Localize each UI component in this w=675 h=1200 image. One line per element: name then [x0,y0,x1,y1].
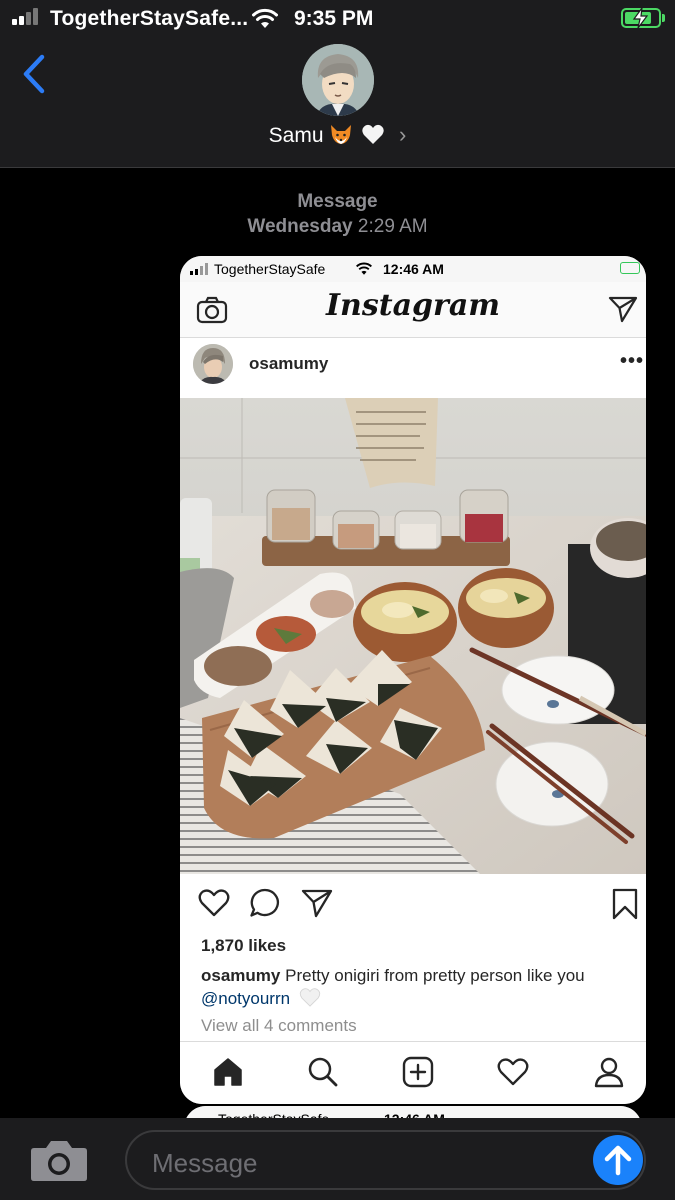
likes-count[interactable]: 1,870 likes [201,936,286,956]
screenshot-carrier: TogetherStaySafe [214,261,326,277]
screenshot-status-bar: TogetherStaySafe 12:46 AM [180,256,646,282]
search-icon[interactable] [307,1056,339,1088]
like-heart-icon[interactable] [198,888,230,918]
home-icon[interactable] [212,1056,244,1088]
avatar[interactable] [302,44,374,116]
screenshot-wifi-icon [356,262,372,275]
white-heart-emoji [362,124,384,144]
comment-icon[interactable] [249,888,281,918]
contact-name-row[interactable]: Samu › [0,122,675,148]
service-label: Message [297,191,378,212]
profile-icon[interactable] [593,1056,625,1088]
message-day: Wednesday [247,216,353,237]
post-photo[interactable] [180,398,646,874]
caption-mention[interactable]: @notyourrn [201,989,290,1008]
contact-name: Samu [268,124,324,147]
carrier-name: TogetherStaySafe... [50,7,249,30]
caption-username[interactable]: osamumy [201,966,280,985]
status-bar: TogetherStaySafe... 9:35 PM [0,0,675,38]
direct-message-icon[interactable] [608,295,638,323]
chevron-right-icon: › [399,122,407,147]
back-chevron-icon[interactable] [20,54,48,94]
screenshot-battery-icon [620,262,640,274]
post-header: osamumy ••• [180,338,646,398]
post-avatar[interactable] [193,344,233,384]
arrow-up-icon [604,1145,632,1176]
wifi-icon [252,8,278,28]
caption-text: Pretty onigiri from pretty person like y… [285,966,585,985]
post-username[interactable]: osamumy [249,354,328,374]
charging-bolt-icon [632,7,649,29]
message-placeholder: Message [152,1148,258,1178]
compose-bar: Message [0,1118,675,1200]
post-actions [180,874,646,938]
white-heart-emoji [299,988,320,1007]
message-input[interactable]: Message [125,1130,646,1190]
camera-icon[interactable] [30,1138,88,1182]
share-icon[interactable] [301,888,333,918]
fox-emoji [331,125,352,144]
screenshot-time: 12:46 AM [383,261,444,277]
instagram-logo: Instagram [326,288,500,323]
instagram-tab-bar [180,1041,646,1104]
message-timestamp: Wednesday 2:29 AM [0,216,675,238]
message-time: 2:29 AM [357,216,428,237]
send-button[interactable] [593,1135,643,1185]
conversation-header: Samu › [0,38,675,168]
post-caption: osamumy Pretty onigiri from pretty perso… [201,965,631,1010]
add-post-icon[interactable] [402,1056,434,1088]
heart-icon[interactable] [497,1056,529,1088]
status-time: 9:35 PM [294,7,374,30]
save-bookmark-icon[interactable] [611,888,639,920]
instagram-top-bar: Instagram [180,282,646,338]
view-comments-link[interactable]: View all 4 comments [201,1016,357,1036]
more-options-icon[interactable]: ••• [620,350,644,373]
screenshot-attachment[interactable]: TogetherStaySafe 12:46 AM Instagram osam… [180,256,646,1104]
